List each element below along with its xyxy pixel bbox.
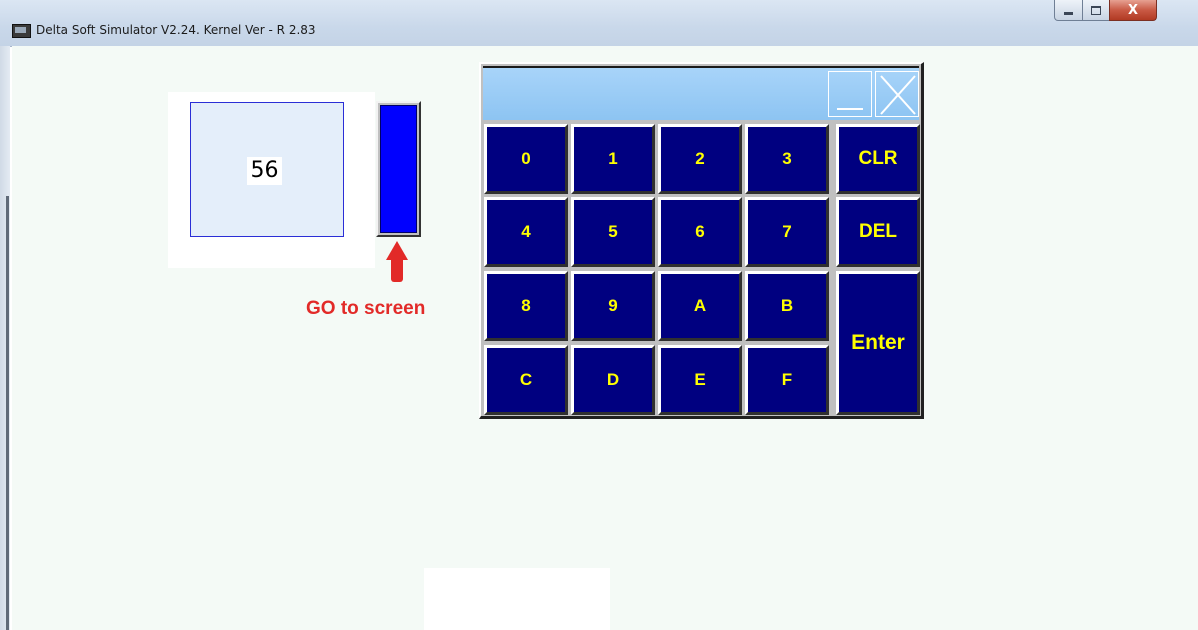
- key-b[interactable]: B: [745, 271, 829, 341]
- key-8[interactable]: 8: [484, 271, 568, 341]
- window-titlebar: Delta Soft Simulator V2.24. Kernel Ver -…: [0, 0, 1198, 47]
- numeric-input-box[interactable]: 56: [190, 102, 344, 237]
- arrow-shaft: [391, 258, 403, 282]
- key-5[interactable]: 5: [571, 197, 655, 267]
- background-panel-bottom: [424, 568, 610, 630]
- key-f[interactable]: F: [745, 345, 829, 415]
- window-minimize-button[interactable]: [1054, 0, 1083, 21]
- key-7[interactable]: 7: [745, 197, 829, 267]
- keypad-input-bar: [483, 66, 919, 120]
- key-del[interactable]: DEL: [836, 197, 920, 267]
- key-6[interactable]: 6: [658, 197, 742, 267]
- go-to-screen-button[interactable]: [376, 101, 421, 237]
- window-left-frame: [0, 46, 10, 630]
- keypad-close-button[interactable]: [875, 71, 919, 117]
- key-3[interactable]: 3: [745, 124, 829, 194]
- window-close-button[interactable]: X: [1109, 0, 1157, 21]
- key-e[interactable]: E: [658, 345, 742, 415]
- window-maximize-button[interactable]: [1082, 0, 1110, 21]
- key-1[interactable]: 1: [571, 124, 655, 194]
- key-9[interactable]: 9: [571, 271, 655, 341]
- window-title: Delta Soft Simulator V2.24. Kernel Ver -…: [36, 23, 316, 37]
- key-c[interactable]: C: [484, 345, 568, 415]
- key-d[interactable]: D: [571, 345, 655, 415]
- close-icon: [880, 75, 916, 115]
- minimize-icon: [1064, 11, 1073, 15]
- keypad-minimize-button[interactable]: [828, 71, 872, 117]
- key-a[interactable]: A: [658, 271, 742, 341]
- key-enter[interactable]: Enter: [836, 271, 920, 415]
- key-0[interactable]: 0: [484, 124, 568, 194]
- close-icon: X: [1127, 2, 1139, 18]
- go-button-face: [380, 105, 417, 233]
- numeric-value: 56: [247, 157, 282, 185]
- numeric-keypad: 0 1 2 3 CLR 4 5 6 7 DEL 8 9 A B Enter C …: [479, 62, 924, 419]
- go-to-screen-label: GO to screen: [306, 298, 426, 319]
- key-4[interactable]: 4: [484, 197, 568, 267]
- key-2[interactable]: 2: [658, 124, 742, 194]
- app-icon: [12, 24, 31, 38]
- maximize-icon: [1091, 5, 1101, 15]
- key-clr[interactable]: CLR: [836, 124, 920, 194]
